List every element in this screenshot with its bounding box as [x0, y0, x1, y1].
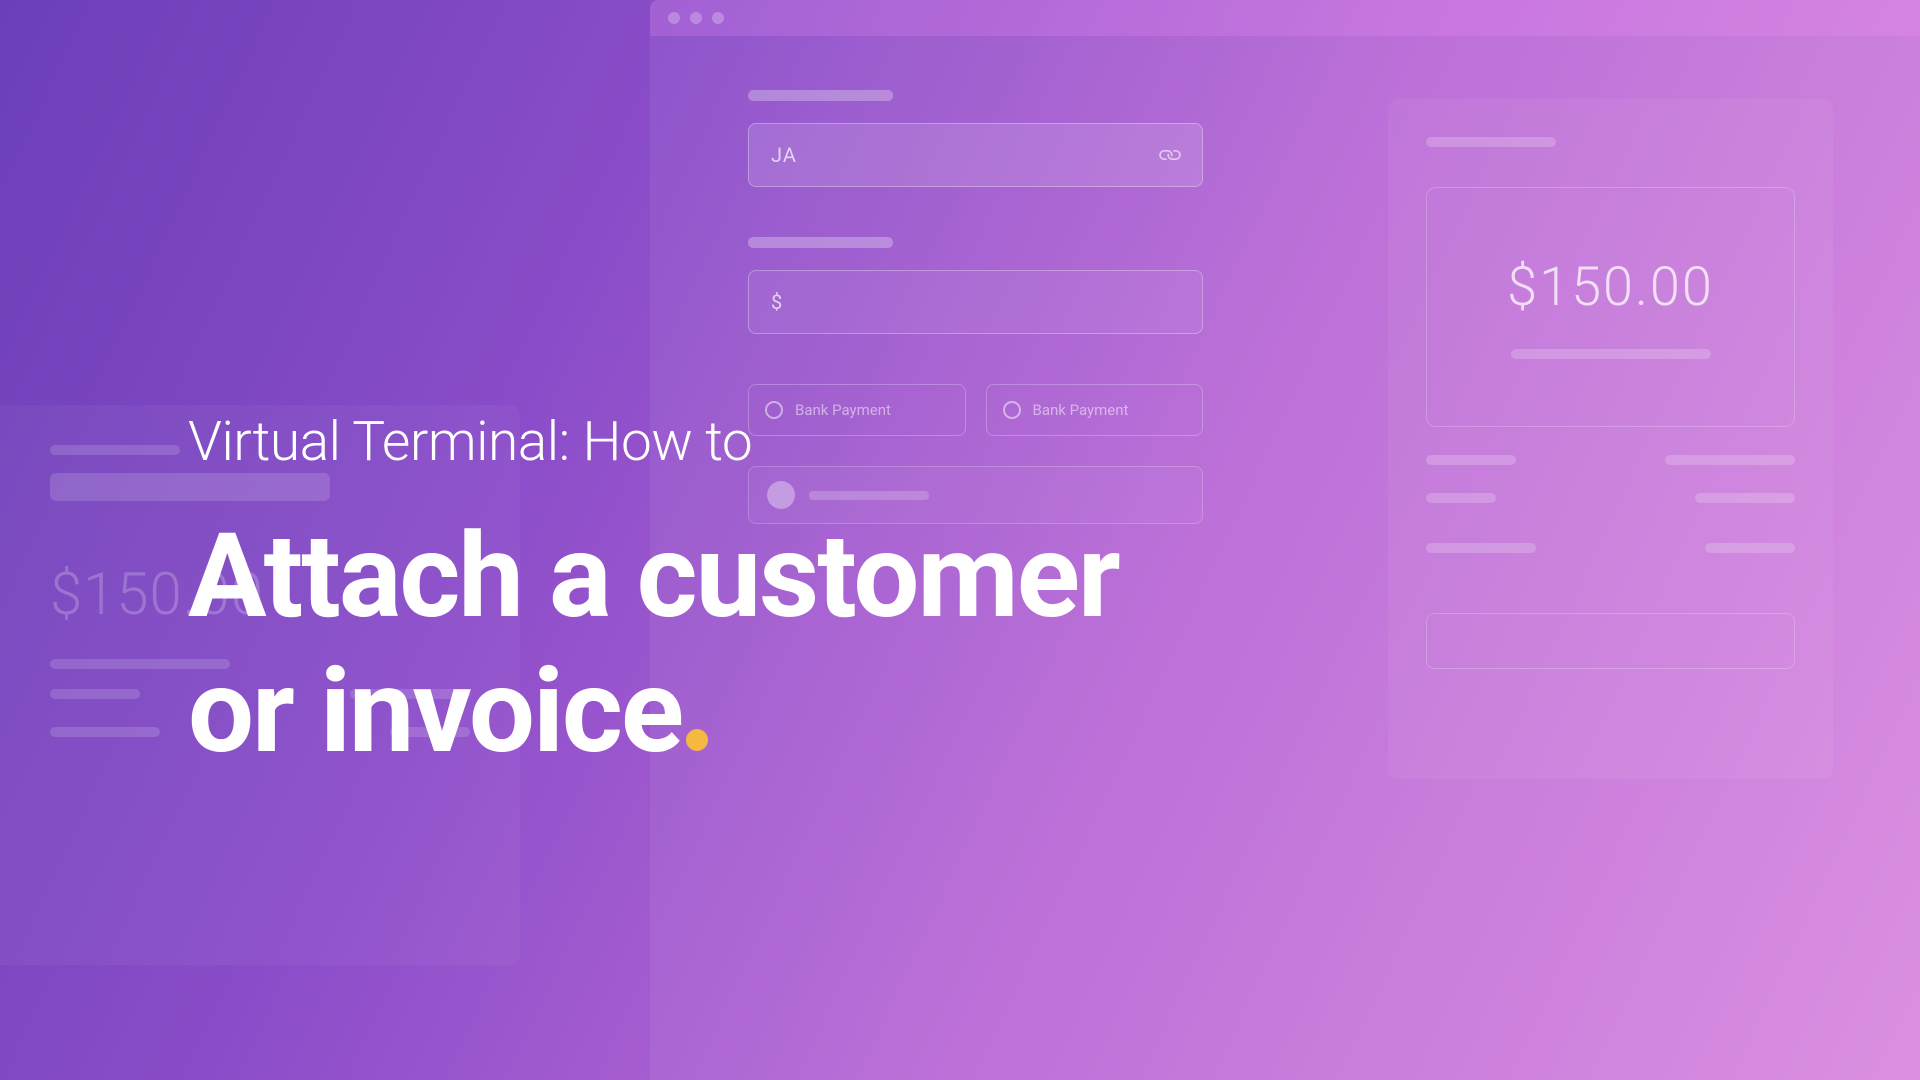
amount-display: $150.00	[1507, 256, 1714, 319]
line-item-row	[1426, 455, 1795, 465]
title-block: Virtual Terminal: How to Attach a custom…	[188, 410, 1119, 778]
accent-dot-icon	[686, 729, 708, 751]
amount-box: $150.00	[1426, 187, 1795, 427]
customer-initials: JA	[771, 143, 797, 167]
summary-title-skel	[1426, 137, 1556, 147]
browser-titlebar	[650, 0, 1920, 36]
headline-line-1: Attach a customer	[188, 507, 1119, 645]
eyebrow-text: Virtual Terminal: How to	[188, 410, 1119, 474]
submit-button-skel[interactable]	[1426, 613, 1795, 669]
traffic-light-close-icon	[668, 12, 680, 24]
amount-input[interactable]: $	[748, 270, 1203, 334]
line-item-row	[1426, 493, 1795, 503]
traffic-light-min-icon	[690, 12, 702, 24]
unlink-icon[interactable]	[1156, 141, 1184, 169]
amount-field-label	[748, 237, 893, 248]
amount-sublabel-skel	[1511, 349, 1711, 359]
customer-field-label	[748, 90, 893, 101]
headline-line-2: or invoice	[188, 642, 682, 780]
customer-input[interactable]: JA	[748, 123, 1203, 187]
traffic-light-max-icon	[712, 12, 724, 24]
currency-prefix: $	[771, 290, 783, 314]
summary-card: $150.00	[1388, 99, 1833, 779]
headline-text: Attach a customer or invoice	[188, 509, 1119, 778]
line-item-row	[1426, 543, 1795, 553]
